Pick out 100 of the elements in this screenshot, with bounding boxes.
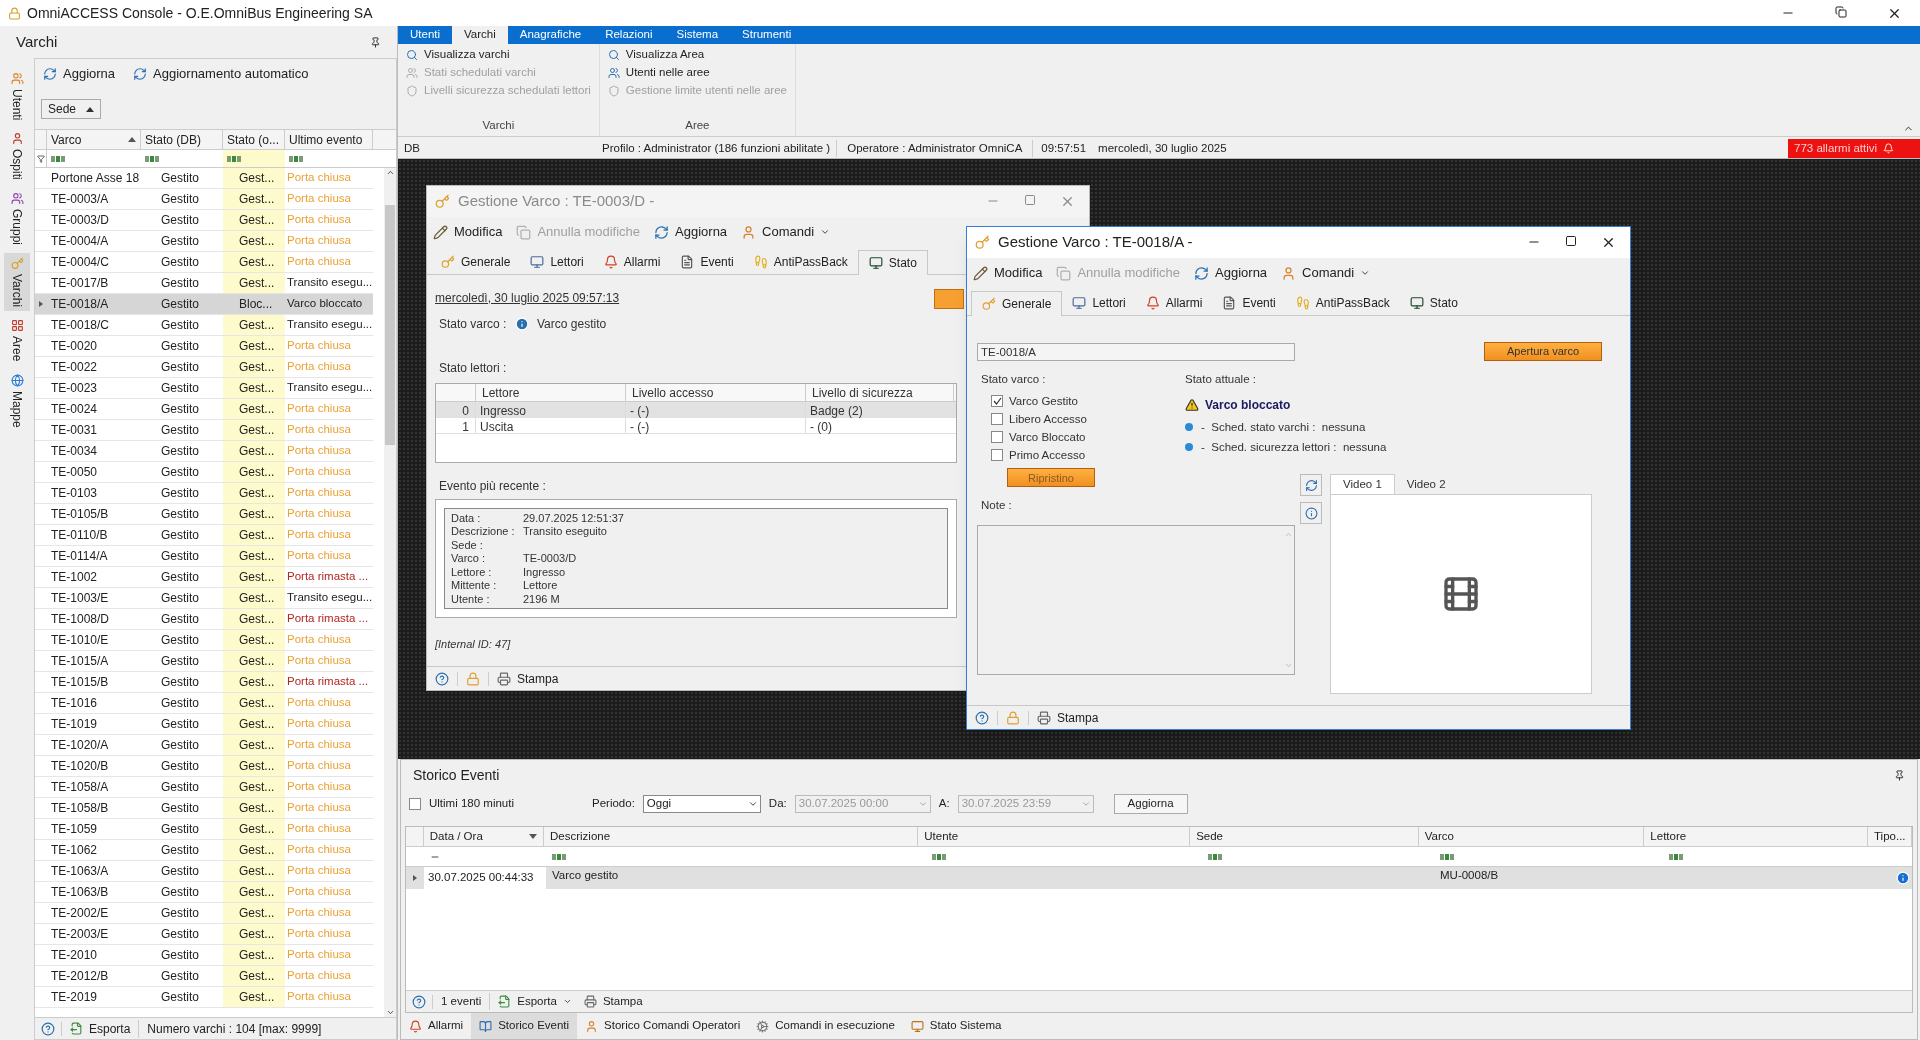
pin-icon[interactable] (370, 36, 381, 48)
table-row[interactable]: TE-2010 Gestito Gest... Porta chiusa (35, 945, 373, 966)
dock-tab[interactable]: Comandi in esecuzione (748, 1013, 903, 1039)
table-row[interactable]: TE-1010/E Gestito Gest... Porta chiusa (35, 630, 373, 651)
info-button[interactable] (1300, 502, 1322, 525)
column-header[interactable]: Descrizione (544, 827, 919, 846)
table-row[interactable]: TE-0031 Gestito Gest... Porta chiusa (35, 420, 373, 441)
table-row[interactable]: TE-2012/B Gestito Gest... Porta chiusa (35, 966, 373, 987)
help-icon[interactable] (975, 710, 989, 725)
refresh-button[interactable]: Aggiorna (1113, 794, 1188, 814)
table-row[interactable]: TE-0034 Gestito Gest... Porta chiusa (35, 441, 373, 462)
table-row[interactable]: TE-2019 Gestito Gest... Porta chiusa (35, 987, 373, 1008)
side-tab[interactable]: Gruppi (4, 188, 30, 250)
lock-icon[interactable] (1006, 710, 1020, 725)
checkbox[interactable] (991, 413, 1003, 426)
timestamp-link[interactable]: mercoledì, 30 luglio 2025 09:57:13 (435, 289, 620, 309)
table-row[interactable]: TE-1063/A Gestito Gest... Porta chiusa (35, 861, 373, 882)
table-row[interactable]: TE-1058/A Gestito Gest... Porta chiusa (35, 777, 373, 798)
side-tab[interactable]: Utenti (4, 68, 30, 125)
table-row[interactable]: TE-1019 Gestito Gest... Porta chiusa (35, 714, 373, 735)
ribbon-button[interactable]: Visualizza Area (607, 46, 787, 64)
toolbar-button[interactable]: Aggiornamento automatico (129, 64, 313, 84)
tab[interactable]: Eventi (1212, 290, 1286, 315)
toolbar-button[interactable]: Aggiorna (1194, 263, 1268, 283)
dock-tab[interactable]: Storico Eventi (471, 1013, 578, 1039)
column-header[interactable]: Stato (DB) (141, 130, 223, 149)
table-row[interactable]: 0 Ingresso - (-) Badge (2) (436, 402, 956, 418)
video-tab[interactable]: Video 2 (1394, 474, 1458, 495)
table-row[interactable]: TE-1015/A Gestito Gest... Porta chiusa (35, 651, 373, 672)
table-row[interactable]: TE-1058/B Gestito Gest... Porta chiusa (35, 798, 373, 819)
table-row[interactable]: TE-0018/C Gestito Gest... Transito esegu... (35, 315, 373, 336)
table-row[interactable]: TE-0003/D Gestito Gest... Porta chiusa (35, 210, 373, 231)
toolbar-button[interactable]: Comandi (1281, 263, 1371, 283)
dock-tab[interactable]: Stato Sistema (902, 1013, 1010, 1039)
column-header[interactable]: Livello di sicurezza (806, 384, 954, 401)
checkbox[interactable] (991, 431, 1003, 444)
ribbon-tab[interactable]: Sistema (664, 26, 731, 44)
toolbar-button[interactable]: Aggiorna (654, 222, 728, 242)
tab[interactable]: AntiPassBack (1285, 290, 1400, 315)
ribbon-button[interactable]: Visualizza varchi (406, 46, 591, 64)
side-tab[interactable]: Varchi (4, 253, 30, 312)
pin-icon[interactable] (1894, 769, 1905, 781)
table-row[interactable]: 30.07.2025 00:44:33 Varco gestito MU-0008/B (406, 867, 1912, 889)
refresh-button[interactable] (1300, 474, 1322, 497)
tab[interactable]: Generale (971, 291, 1063, 316)
scrollbar-thumb[interactable] (385, 205, 395, 445)
tab[interactable]: Lettori (520, 249, 594, 274)
table-row[interactable]: TE-0050 Gestito Gest... Porta chiusa (35, 462, 373, 483)
video-tab[interactable]: Video 1 (1330, 474, 1395, 495)
dock-tab[interactable]: Allarmi (401, 1013, 472, 1039)
column-header[interactable]: Varco (1418, 827, 1645, 846)
tab[interactable]: Eventi (670, 249, 744, 274)
tab[interactable]: AntiPassBack (743, 249, 858, 274)
ribbon-tab[interactable]: Strumenti (730, 26, 804, 44)
toolbar-button[interactable]: Comandi (741, 222, 831, 242)
restore-icon[interactable] (1835, 5, 1847, 18)
table-row[interactable]: TE-0024 Gestito Gest... Porta chiusa (35, 399, 373, 420)
lock-icon[interactable] (466, 671, 480, 686)
column-header[interactable]: Sede (1190, 827, 1419, 846)
table-row[interactable]: TE-1016 Gestito Gest... Porta chiusa (35, 693, 373, 714)
table-row[interactable]: TE-0105/B Gestito Gest... Porta chiusa (35, 504, 373, 525)
table-row[interactable]: TE-1062 Gestito Gest... Porta chiusa (35, 840, 373, 861)
close-icon[interactable] (1601, 235, 1616, 250)
scroll-down-icon[interactable] (385, 1008, 395, 1017)
table-row[interactable]: TE-1020/A Gestito Gest... Porta chiusa (35, 735, 373, 756)
help-icon[interactable] (435, 671, 449, 686)
print-button[interactable]: Stampa (579, 992, 647, 1011)
toolbar-button[interactable]: Aggiorna (39, 64, 120, 84)
checkbox[interactable] (991, 395, 1003, 408)
tab[interactable]: Stato (857, 250, 928, 275)
maximize-icon[interactable] (1565, 235, 1577, 247)
table-row[interactable]: TE-0023 Gestito Gest... Transito esegu... (35, 378, 373, 399)
help-icon[interactable] (412, 994, 426, 1009)
export-button[interactable]: Esporta (490, 992, 580, 1011)
table-row[interactable]: TE-1063/B Gestito Gest... Porta chiusa (35, 882, 373, 903)
table-row[interactable]: TE-1002 Gestito Gest... Porta rimasta ... (35, 567, 373, 588)
side-tab[interactable]: Ospiti (4, 128, 30, 185)
table-row[interactable]: TE-0004/A Gestito Gest... Porta chiusa (35, 231, 373, 252)
tab[interactable]: Lettori (1062, 290, 1136, 315)
ribbon-tab[interactable]: Utenti (398, 26, 453, 44)
dock-tab[interactable]: Storico Comandi Operatori (577, 1013, 749, 1039)
column-header[interactable]: Varco (47, 130, 141, 149)
column-header[interactable]: Tipo... (1868, 827, 1912, 846)
column-header[interactable]: Livello accesso (626, 384, 806, 401)
table-row[interactable]: TE-0003/A Gestito Gest... Porta chiusa (35, 189, 373, 210)
side-tab[interactable]: Mappe (4, 369, 30, 432)
table-row[interactable]: TE-1059 Gestito Gest... Porta chiusa (35, 819, 373, 840)
column-header[interactable]: Utente (918, 827, 1191, 846)
table-row[interactable]: TE-0017/B Gestito Gest... Transito esegu... (35, 273, 373, 294)
table-row[interactable]: TE-2002/E Gestito Gest... Porta chiusa (35, 903, 373, 924)
checkbox[interactable] (409, 798, 421, 810)
ribbon-tab[interactable]: Varchi (452, 26, 508, 44)
period-dropdown[interactable]: Oggi (642, 795, 761, 813)
print-button[interactable]: Stampa (489, 669, 567, 688)
column-header[interactable]: Ultimo evento (285, 130, 373, 149)
column-header[interactable]: Data / Ora (423, 827, 545, 846)
table-row[interactable]: TE-0018/A Gestito Bloc... Varco bloccato (35, 294, 373, 315)
table-row[interactable]: 1 Uscita - (-) - (0) (436, 418, 956, 434)
table-row[interactable]: Portone Asse 18 Gestito Gest... Porta chiusa (35, 168, 373, 189)
checkbox[interactable] (991, 449, 1003, 462)
